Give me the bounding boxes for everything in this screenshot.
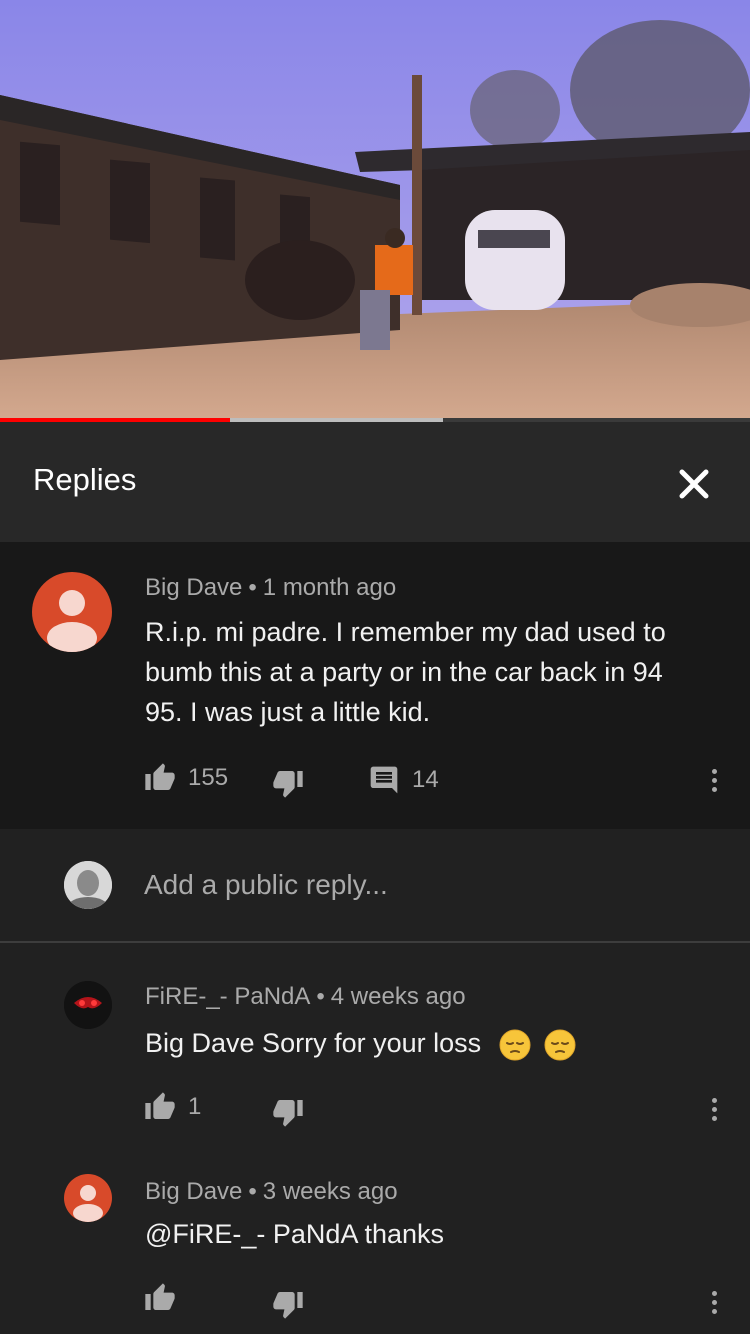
dislike-button[interactable] [272, 767, 304, 799]
comment-time: 1 month ago [262, 574, 397, 601]
replies-header: Replies [0, 422, 750, 542]
more-dot [711, 1290, 717, 1296]
video-player[interactable] [0, 0, 750, 418]
more-dot [711, 1299, 717, 1305]
meta-separator: • [248, 1178, 257, 1205]
thumbs-up-icon [145, 763, 175, 790]
thumbs-down-icon [273, 771, 303, 798]
comment-text: @FiRE-_- PaNdA thanks [145, 1219, 445, 1249]
thumbs-up-icon [145, 1283, 175, 1310]
comment-time: 4 weeks ago [330, 983, 466, 1010]
like-button[interactable] [144, 1282, 176, 1314]
more-dot [711, 1106, 717, 1112]
like-count: 155 [188, 764, 229, 791]
user-icon [73, 1185, 103, 1222]
like-button[interactable]: 1 [144, 1091, 201, 1123]
comment-text: R.i.p. mi padre. I remember my dad used … [145, 617, 666, 727]
more-dot [711, 786, 717, 792]
avatar[interactable] [64, 1174, 112, 1222]
meta-separator: • [316, 983, 325, 1010]
reply-placeholder: Add a public reply... [144, 869, 388, 900]
current-user-avatar [64, 861, 112, 909]
parent-comment: Big Dave • 1 month ago R.i.p. mi padre. I … [0, 542, 750, 829]
dislike-button[interactable] [272, 1288, 304, 1320]
comment-text: Big Dave Sorry for your loss [145, 1028, 482, 1058]
comment-author[interactable]: FiRE-_- PaNdA [145, 983, 310, 1010]
more-dot [711, 777, 717, 783]
more-dot [711, 1115, 717, 1121]
reply-item: Big Dave • 3 weeks ago @FiRE-_- PaNdA than… [0, 1138, 750, 1334]
reply-button[interactable]: 14 [368, 764, 439, 796]
reply-item: FiRE-_- PaNdA • 4 weeks ago Big Dave Sorry… [0, 943, 750, 1138]
thumbs-up-icon [145, 1092, 175, 1119]
avatar[interactable] [32, 572, 112, 652]
comment-text-line: Big Dave Sorry for your loss [145, 1023, 576, 1063]
more-options-button[interactable] [704, 1282, 724, 1322]
comment-meta: Big Dave • 3 weeks ago [145, 1178, 398, 1206]
comment-author[interactable]: Big Dave [145, 574, 242, 601]
pensive-face-icon [544, 1029, 576, 1061]
close-button[interactable] [672, 462, 716, 506]
more-dot [711, 768, 717, 774]
meta-separator: • [248, 574, 257, 601]
thumbs-down-icon [273, 1292, 303, 1319]
like-button[interactable]: 155 [144, 762, 228, 794]
avatar[interactable] [64, 981, 112, 1029]
user-photo-icon [64, 861, 112, 909]
add-reply-field[interactable]: Add a public reply... [0, 829, 750, 941]
comment-time: 3 weeks ago [262, 1178, 398, 1205]
close-icon [679, 469, 709, 499]
more-dot [711, 1097, 717, 1103]
replies-title: Replies [33, 462, 137, 497]
video-frame [0, 0, 750, 418]
user-icon [47, 590, 97, 652]
dislike-button[interactable] [272, 1096, 304, 1128]
comment-author[interactable]: Big Dave [145, 1178, 242, 1205]
more-options-button[interactable] [704, 760, 724, 800]
comment-meta: FiRE-_- PaNdA • 4 weeks ago [145, 983, 466, 1011]
panda-avatar-icon [64, 981, 112, 1029]
more-options-button[interactable] [704, 1089, 724, 1129]
like-count: 1 [188, 1093, 202, 1120]
comment-meta: Big Dave • 1 month ago [145, 574, 396, 602]
reply-count: 14 [412, 766, 439, 793]
pensive-face-icon [499, 1029, 531, 1061]
more-dot [711, 1308, 717, 1314]
thumbs-down-icon [273, 1100, 303, 1127]
comment-icon [370, 766, 398, 794]
